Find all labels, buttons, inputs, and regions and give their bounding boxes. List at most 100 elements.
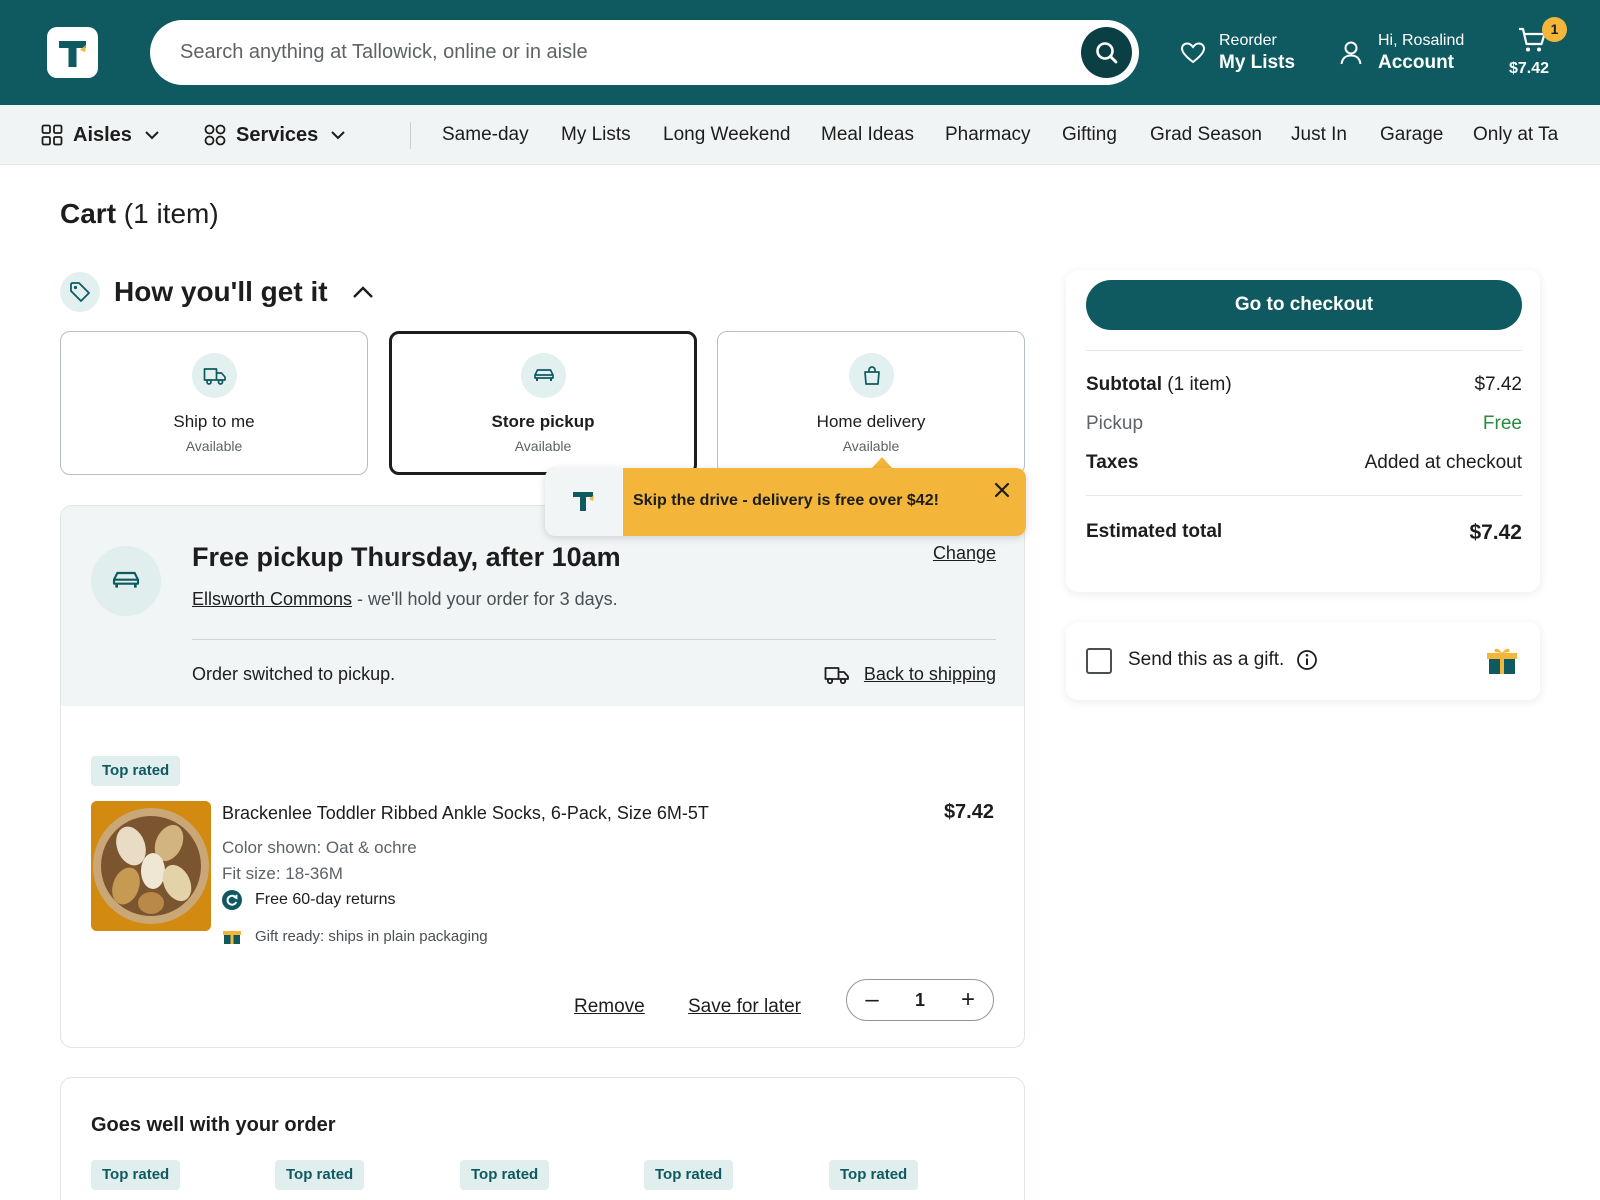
order-switched-text: Order switched to pickup. (192, 664, 396, 684)
toast-logo (545, 468, 623, 536)
taxes-value: Added at checkout (1364, 452, 1522, 473)
back-to-shipping-link[interactable]: Back to shipping (824, 664, 996, 685)
top-rated-badge: Top rated (829, 1160, 919, 1190)
nav-link-pharmacy[interactable]: Pharmacy (945, 105, 1031, 165)
estimated-total-value: $7.42 (1469, 521, 1522, 544)
close-icon[interactable] (992, 480, 1012, 500)
pickup-car-icon-circle (91, 546, 161, 616)
change-pickup-link[interactable]: Change (933, 543, 996, 564)
gift-checkbox[interactable] (1086, 648, 1112, 674)
estimated-total-label: Estimated total (1086, 521, 1223, 542)
logo[interactable] (47, 27, 98, 78)
nav-link-meal-ideas[interactable]: Meal Ideas (821, 105, 914, 165)
top-rated-badge: Top rated (460, 1160, 550, 1190)
services-label: Services (236, 123, 319, 146)
account-menu[interactable]: Hi, Rosalind Account (1378, 31, 1464, 75)
nav-link-grad-season[interactable]: Grad Season (1150, 105, 1262, 165)
greeting-label: Hi, Rosalind (1378, 32, 1465, 49)
top-rated-badge: Top rated (91, 1160, 181, 1190)
gift-ready: Gift ready: ships in plain packaging (222, 927, 488, 945)
product-fit-size: Fit size: 18-36M (222, 864, 343, 883)
how-youll-get-it-header[interactable]: How you'll get it (60, 271, 374, 313)
top-rated-badge: Top rated (275, 1160, 365, 1190)
subtotal-value: $7.42 (1474, 374, 1522, 395)
returns-icon (222, 890, 242, 910)
search-button[interactable] (1081, 27, 1132, 78)
chevron-up-icon[interactable] (352, 285, 374, 299)
nav-link-garage[interactable]: Garage (1380, 105, 1443, 165)
search-icon (1096, 42, 1118, 64)
decrease-quantity-button[interactable]: – (852, 980, 892, 1020)
increase-quantity-button[interactable]: + (948, 980, 988, 1020)
product-image[interactable] (91, 801, 211, 931)
fulfillment-status: Available (842, 438, 900, 454)
subtotal-count: (1 item) (1162, 374, 1232, 395)
services-grid-icon (204, 124, 226, 146)
truck-icon-circle (192, 353, 237, 398)
cart-count-badge: 1 (1542, 17, 1567, 42)
search-input[interactable] (180, 20, 1060, 85)
top-rated-badge: Top rated (91, 756, 181, 786)
recommendations-title: Goes well with your order (91, 1114, 336, 1136)
tag-icon (70, 282, 90, 302)
fulfillment-status: Available (185, 438, 243, 454)
quantity-stepper: – 1 + (846, 979, 994, 1021)
divider (1086, 495, 1522, 496)
nav-link-my-lists[interactable]: My Lists (561, 105, 631, 165)
fulfillment-home-delivery[interactable]: Home delivery Available (717, 331, 1025, 475)
free-returns: Free 60-day returns (222, 890, 396, 910)
cart-total[interactable]: $7.42 (1509, 60, 1549, 78)
user-icon[interactable] (1339, 40, 1363, 66)
go-to-checkout-button[interactable]: Go to checkout (1086, 280, 1522, 330)
fulfillment-name: Ship to me (173, 412, 255, 431)
info-icon[interactable] (1296, 649, 1318, 671)
logo-icon (59, 41, 86, 67)
nav-link-just-in[interactable]: Just In (1291, 105, 1347, 165)
subtotal-label-bold: Subtotal (1086, 374, 1162, 395)
truck-icon (203, 368, 226, 385)
chevron-down-icon (145, 131, 159, 140)
fulfillment-ship-to-me[interactable]: Ship to me Available (60, 331, 368, 475)
nav-link-long-weekend[interactable]: Long Weekend (663, 105, 790, 165)
nav-link-only-at[interactable]: Only at Ta (1473, 105, 1558, 165)
heart-icon[interactable] (1180, 41, 1206, 65)
pickup-details: Free pickup Thursday, after 10am Change … (61, 506, 1024, 706)
cart-title-bold: Cart (60, 198, 117, 229)
toast-message: Skip the drive - delivery is free over $… (633, 492, 939, 509)
chevron-down-icon (331, 131, 346, 140)
services-dropdown[interactable]: Services (204, 105, 346, 165)
bag-icon (864, 366, 880, 385)
store-link[interactable]: Ellsworth Commons (192, 589, 352, 609)
aisles-dropdown[interactable]: Aisles (41, 105, 160, 165)
gift-box-icon (1487, 648, 1517, 674)
taxes-label: Taxes (1086, 452, 1139, 473)
logo-icon (573, 492, 594, 511)
bag-icon-circle (849, 353, 894, 398)
divider (192, 639, 996, 640)
pickup-label: Pickup (1086, 413, 1144, 434)
order-summary: Go to checkout Subtotal (1 item) $7.42 P… (1066, 270, 1540, 592)
socks-photo (91, 801, 211, 931)
product-color: Color shown: Oat & ochre (222, 838, 417, 857)
account-label: Account (1378, 52, 1454, 73)
car-icon (534, 369, 554, 381)
truck-icon (824, 666, 849, 684)
recommendations-panel: Goes well with your order Top rated Top … (60, 1077, 1025, 1200)
gift-option-panel: Send this as a gift. (1066, 622, 1540, 700)
fulfillment-store-pickup[interactable]: Store pickup Available (389, 331, 697, 475)
gift-label: Send this as a gift. (1128, 649, 1285, 670)
back-to-shipping-label: Back to shipping (863, 664, 996, 684)
grid-icon (41, 124, 63, 146)
reorder-label: Reorder (1219, 32, 1277, 49)
remove-button[interactable]: Remove (574, 996, 645, 1018)
nav-link-gifting[interactable]: Gifting (1062, 105, 1117, 165)
nav-link-same-day[interactable]: Same-day (442, 105, 529, 165)
page-title: Cart (1 item) (60, 198, 219, 230)
save-for-later-button[interactable]: Save for later (688, 996, 801, 1018)
sub-navigation: Aisles Services Same-day My Lists Long W… (0, 105, 1600, 165)
car-icon (112, 571, 140, 588)
product-name[interactable]: Brackenlee Toddler Ribbed Ankle Socks, 6… (222, 803, 709, 824)
reorder-my-lists[interactable]: Reorder My Lists (1219, 31, 1295, 75)
top-header: Reorder My Lists Hi, Rosalind Account 1 … (0, 0, 1600, 105)
pickup-value: Free (1482, 413, 1522, 434)
